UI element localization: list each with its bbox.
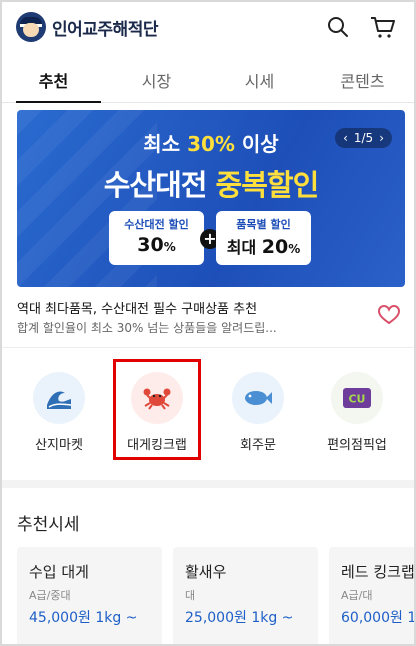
tab-price[interactable]: 시세 xyxy=(208,62,311,102)
fish-icon xyxy=(232,372,284,424)
category-sashimi-order[interactable]: 회주문 xyxy=(213,372,303,453)
deal-card-festival: 수산대전 할인 30% xyxy=(109,211,204,265)
section-separator xyxy=(2,480,414,488)
app-frame: 인어교주해적단 추천 시장 시세 콘텐츠 최소 30% 이상 수산대전 중복할인… xyxy=(0,0,416,646)
brand-logo[interactable]: 인어교주해적단 xyxy=(16,12,158,42)
cart-icon[interactable] xyxy=(370,15,396,39)
banner-title: 수산대전 중복할인 xyxy=(103,168,320,202)
pirate-mascot-icon xyxy=(16,12,46,42)
pager-count: 1/5 xyxy=(353,131,374,145)
recommend-price-title: 추천시세 xyxy=(17,515,80,535)
highlight-annotation-box xyxy=(113,359,201,460)
app-header: 인어교주해적단 xyxy=(2,2,414,54)
cu-store-icon: CU xyxy=(331,372,383,424)
search-icon[interactable] xyxy=(326,15,350,39)
category-convenience-pickup[interactable]: CU 편의점픽업 xyxy=(312,372,402,453)
promo-title[interactable]: 역대 최다품목, 수산대전 필수 구매상품 추천 xyxy=(17,298,257,317)
heart-icon[interactable] xyxy=(377,304,401,329)
price-card[interactable]: 레드 킹크랩 A급/대 60,000원 1kg ~ xyxy=(329,547,414,644)
promo-subtitle: 합계 할인율이 최소 30% 넘는 상품들을 알려드립... xyxy=(17,321,277,335)
deal-card-item: 품목별 할인 최대 20% xyxy=(216,211,311,265)
price-card[interactable]: 수입 대게 A급/중대 45,000원 1kg ~ xyxy=(17,547,162,644)
tab-contents[interactable]: 콘텐츠 xyxy=(311,62,414,102)
brand-name: 인어교주해적단 xyxy=(52,19,158,40)
promo-banner[interactable]: 최소 30% 이상 수산대전 중복할인 ‹ 1/5 › 수산대전 할인 30% … xyxy=(17,110,405,287)
tab-recommend[interactable]: 추천 xyxy=(2,62,105,103)
divider xyxy=(2,347,414,348)
banner-pager[interactable]: ‹ 1/5 › xyxy=(335,128,392,148)
svg-text:CU: CU xyxy=(348,393,365,406)
category-origin-market[interactable]: 산지마켓 xyxy=(14,372,104,453)
price-card[interactable]: 활새우 대 25,000원 1kg ~ xyxy=(173,547,318,644)
wave-icon xyxy=(33,372,85,424)
chevron-right-icon[interactable]: › xyxy=(379,131,384,145)
chevron-left-icon[interactable]: ‹ xyxy=(343,131,348,145)
main-tabs: 추천 시장 시세 콘텐츠 xyxy=(2,62,414,103)
tab-market[interactable]: 시장 xyxy=(105,62,208,102)
